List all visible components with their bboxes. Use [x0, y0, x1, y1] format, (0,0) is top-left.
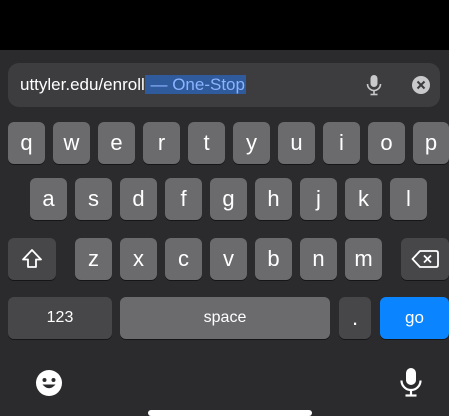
- top-bar: [0, 0, 449, 50]
- key-o[interactable]: o: [368, 122, 405, 164]
- key-r[interactable]: r: [143, 122, 180, 164]
- key-h[interactable]: h: [255, 178, 292, 220]
- key-q[interactable]: q: [8, 122, 45, 164]
- url-text[interactable]: uttyler.edu/enroll — One-Stop: [20, 74, 246, 96]
- numbers-key[interactable]: 123: [8, 297, 112, 339]
- key-x[interactable]: x: [120, 238, 157, 280]
- clear-x-icon[interactable]: [412, 76, 430, 94]
- microphone-icon[interactable]: [399, 367, 423, 402]
- key-m[interactable]: m: [345, 238, 382, 280]
- space-key[interactable]: space: [120, 297, 330, 339]
- delete-key[interactable]: [401, 238, 449, 280]
- key-f[interactable]: f: [165, 178, 202, 220]
- url-autocomplete-suggestion: — One-Stop: [144, 75, 246, 94]
- key-y[interactable]: y: [233, 122, 270, 164]
- key-a[interactable]: a: [30, 178, 67, 220]
- key-d[interactable]: d: [120, 178, 157, 220]
- key-z[interactable]: z: [75, 238, 112, 280]
- go-button[interactable]: go: [380, 297, 449, 339]
- key-k[interactable]: k: [345, 178, 382, 220]
- period-key[interactable]: .: [339, 297, 371, 339]
- key-s[interactable]: s: [75, 178, 112, 220]
- key-v[interactable]: v: [210, 238, 247, 280]
- key-t[interactable]: t: [188, 122, 225, 164]
- home-indicator: [148, 410, 312, 416]
- key-c[interactable]: c: [165, 238, 202, 280]
- key-p[interactable]: p: [413, 122, 449, 164]
- emoji-icon[interactable]: [35, 369, 63, 402]
- key-b[interactable]: b: [255, 238, 292, 280]
- key-w[interactable]: w: [53, 122, 90, 164]
- key-e[interactable]: e: [98, 122, 135, 164]
- address-bar[interactable]: uttyler.edu/enroll — One-Stop: [8, 63, 440, 107]
- url-typed-text: uttyler.edu/enroll: [20, 75, 145, 94]
- key-g[interactable]: g: [210, 178, 247, 220]
- key-u[interactable]: u: [278, 122, 315, 164]
- shift-key[interactable]: [8, 238, 56, 280]
- microphone-icon[interactable]: [364, 74, 384, 96]
- key-n[interactable]: n: [300, 238, 337, 280]
- key-i[interactable]: i: [323, 122, 360, 164]
- key-l[interactable]: l: [390, 178, 427, 220]
- key-j[interactable]: j: [300, 178, 337, 220]
